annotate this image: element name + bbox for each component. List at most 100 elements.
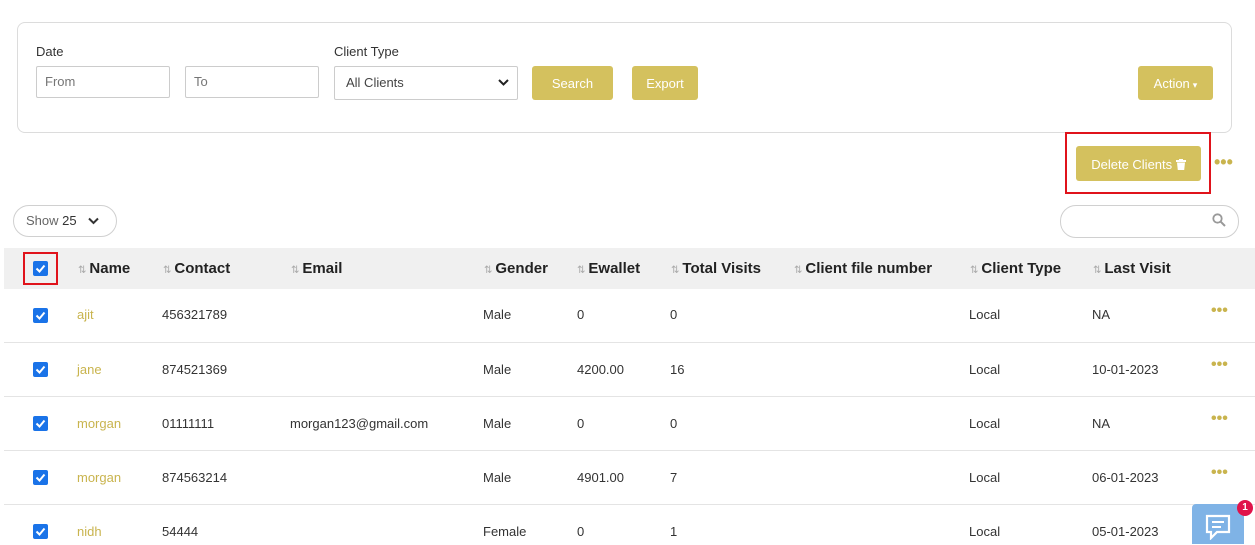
column-header-ewallet[interactable]: ⇅ Ewallet (577, 260, 640, 277)
client-type: Local (969, 470, 1001, 485)
more-options-icon[interactable]: ••• (1214, 152, 1233, 173)
client-gender: Male (483, 470, 512, 485)
search-icon (1212, 213, 1226, 232)
client-last-visit: NA (1092, 307, 1111, 322)
client-email: morgan123@gmail.com (290, 416, 429, 431)
column-label: Client Type (981, 260, 1062, 277)
client-total-visits: 7 (670, 470, 678, 485)
client-last-visit: 05-01-2023 (1092, 524, 1159, 539)
client-name-link[interactable]: ajit (77, 307, 94, 322)
client-gender: Male (483, 307, 512, 322)
client-contact: 874521369 (162, 362, 228, 377)
action-label: Action (1153, 76, 1190, 91)
chat-notification-badge: 1 (1237, 500, 1253, 516)
client-name-link[interactable]: jane (77, 362, 102, 377)
client-total-visits: 0 (670, 307, 678, 322)
row-divider (4, 396, 1255, 397)
sort-icon: ⇅ (291, 265, 300, 276)
client-last-visit: 10-01-2023 (1092, 362, 1159, 377)
delete-clients-label: Delete Clients (1091, 157, 1173, 172)
column-header-email[interactable]: ⇅ Email (291, 260, 342, 277)
client-name-link[interactable]: nidh (77, 524, 102, 539)
column-header-total-visits[interactable]: ⇅ Total Visits (671, 260, 761, 277)
chevron-down-icon (80, 213, 99, 228)
column-label: Ewallet (588, 260, 641, 277)
column-header-client-type[interactable]: ⇅ Client Type (970, 260, 1061, 277)
client-contact: 01111111 (162, 416, 215, 431)
client-total-visits: 16 (670, 362, 685, 377)
sort-icon: ⇅ (1093, 265, 1102, 276)
search-button[interactable]: Search (532, 66, 613, 100)
client-contact: 874563214 (162, 470, 228, 485)
client-ewallet: 0 (577, 416, 585, 431)
client-name-link[interactable]: morgan (77, 416, 121, 431)
sort-icon: ⇅ (78, 265, 87, 276)
action-dropdown-button[interactable]: Action ▾ (1138, 66, 1213, 100)
client-type: Local (969, 362, 1001, 377)
client-gender: Male (483, 416, 512, 431)
column-label: Last Visit (1104, 260, 1171, 277)
client-ewallet: 0 (577, 307, 585, 322)
trash-icon (1175, 157, 1186, 172)
client-last-visit: 06-01-2023 (1092, 470, 1159, 485)
column-header-name[interactable]: ⇅ Name (78, 260, 130, 277)
row-divider (4, 450, 1255, 451)
sort-icon: ⇅ (794, 265, 803, 276)
sort-icon: ⇅ (970, 265, 979, 276)
client-ewallet: 0 (577, 524, 585, 539)
chat-icon (1205, 514, 1231, 545)
sort-icon: ⇅ (577, 265, 586, 276)
delete-clients-button[interactable]: Delete Clients (1076, 146, 1201, 181)
client-total-visits: 1 (670, 524, 678, 539)
sort-icon: ⇅ (671, 265, 680, 276)
client-gender: Female (483, 524, 527, 539)
select-all-checkbox[interactable] (33, 261, 48, 276)
row-menu-icon[interactable]: ••• (1211, 464, 1228, 482)
caret-down-icon: ▾ (1192, 80, 1198, 90)
row-checkbox[interactable] (33, 308, 48, 323)
client-contact: 456321789 (162, 307, 228, 322)
client-type-select[interactable]: All Clients (334, 66, 518, 100)
client-last-visit: NA (1092, 416, 1111, 431)
row-menu-icon[interactable]: ••• (1211, 356, 1228, 374)
client-type-label: Client Type (334, 44, 399, 59)
client-name-link[interactable]: morgan (77, 470, 121, 485)
row-divider (4, 342, 1255, 343)
row-checkbox[interactable] (33, 362, 48, 377)
column-label: Name (89, 260, 131, 277)
chat-widget-button[interactable] (1192, 504, 1244, 544)
column-header-contact[interactable]: ⇅ Contact (163, 260, 230, 277)
column-header-gender[interactable]: ⇅ Gender (484, 260, 548, 277)
row-checkbox[interactable] (33, 524, 48, 539)
client-type: Local (969, 307, 1001, 322)
client-contact: 54444 (162, 524, 199, 539)
row-divider (4, 504, 1255, 505)
sort-icon: ⇅ (484, 265, 493, 276)
client-ewallet: 4200.00 (577, 362, 624, 377)
column-label: Gender (495, 260, 548, 277)
client-type-selected: All Clients (346, 75, 404, 90)
column-header-last-visit[interactable]: ⇅ Last Visit (1093, 260, 1171, 277)
table-search-input[interactable] (1060, 205, 1239, 238)
page-size-select[interactable]: Show 25 (13, 205, 117, 237)
sort-icon: ⇅ (163, 265, 172, 276)
row-checkbox[interactable] (33, 416, 48, 431)
column-label: Total Visits (682, 260, 762, 277)
column-label: Contact (174, 260, 231, 277)
client-gender: Male (483, 362, 512, 377)
column-label: Email (302, 260, 343, 277)
client-total-visits: 0 (670, 416, 678, 431)
date-label: Date (36, 44, 64, 59)
client-type: Local (969, 416, 1001, 431)
column-label: Client file number (805, 260, 933, 277)
row-checkbox[interactable] (33, 470, 48, 485)
row-menu-icon[interactable]: ••• (1211, 410, 1228, 428)
chevron-down-icon (498, 67, 509, 111)
row-menu-icon[interactable]: ••• (1211, 302, 1228, 320)
client-ewallet: 4901.00 (577, 470, 624, 485)
date-to-input[interactable] (185, 66, 319, 98)
export-button[interactable]: Export (632, 66, 698, 100)
column-header-client-file-number[interactable]: ⇅ Client file number (794, 260, 932, 277)
date-from-input[interactable] (36, 66, 170, 98)
show-prefix: Show (26, 213, 59, 228)
